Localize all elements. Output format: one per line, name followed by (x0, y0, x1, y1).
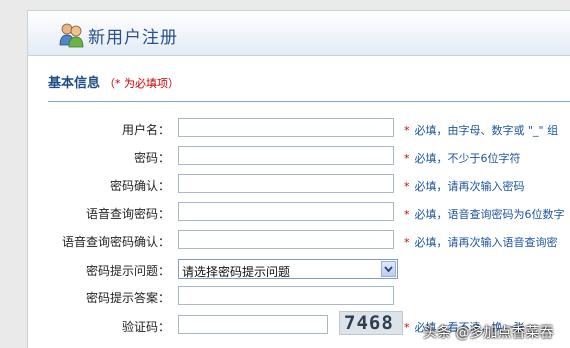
users-icon (59, 23, 84, 48)
required-star: * (404, 180, 410, 193)
captcha-input[interactable] (178, 315, 328, 334)
watermark: 头条 @多加点香菜吞 (423, 325, 554, 341)
password-question-select[interactable]: 请选择密码提示问题 (178, 259, 398, 279)
required-note: （* 为必填项） (104, 77, 180, 90)
section-title: 基本信息 （* 为必填项） (48, 72, 179, 91)
password-question-row: 密码提示问题： 请选择密码提示问题 (28, 259, 570, 281)
voice-password-confirm-hint: * 必填，请再次输入语音查询密 (404, 234, 558, 250)
voice-password-confirm-label: 语音查询密码确认： (61, 235, 170, 249)
confirm-password-hint: * 必填，请再次输入密码 (404, 178, 525, 194)
page-title: 新用户注册 (88, 28, 178, 48)
voice-password-hint-text: 必填，语音查询密码为6位数字 (414, 208, 565, 221)
password-input[interactable] (178, 146, 394, 165)
password-answer-row: 密码提示答案： (28, 286, 570, 308)
required-star: * (404, 236, 410, 249)
password-question-label: 密码提示问题： (85, 264, 170, 278)
required-star: * (404, 124, 410, 137)
confirm-password-row: 密码确认： * 必填，请再次输入密码 (28, 174, 570, 196)
captcha-label: 验证码： (121, 320, 170, 334)
username-hint: * 必填，由字母、数字或 "_" 组 (404, 122, 558, 138)
captcha-image[interactable]: 7468 (339, 311, 403, 335)
confirm-password-hint-text: 必填，请再次输入密码 (414, 180, 525, 193)
required-star: * (404, 152, 410, 165)
captcha-text: 7468 (344, 312, 394, 334)
voice-password-row: 语音查询密码： * 必填，语音查询密码为6位数字 (28, 202, 570, 224)
section-divider (48, 101, 570, 102)
username-hint-text: 必填，由字母、数字或 "_" 组 (414, 124, 559, 137)
chevron-down-icon (384, 266, 393, 273)
required-star: * (404, 208, 410, 221)
dropdown-button[interactable] (381, 261, 396, 277)
required-star: * (404, 321, 410, 334)
section-title-text: 基本信息 (48, 76, 101, 91)
voice-password-confirm-row: 语音查询密码确认： * 必填，请再次输入语音查询密 (28, 230, 570, 252)
password-hint-text: 必填，不少于6位字符 (414, 152, 521, 165)
voice-password-label: 语音查询密码： (85, 207, 170, 221)
password-row: 密码： * 必填，不少于6位字符 (28, 146, 570, 168)
password-hint: * 必填，不少于6位字符 (404, 150, 521, 166)
username-input[interactable] (178, 118, 394, 137)
voice-password-confirm-hint-text: 必填，请再次输入语音查询密 (414, 236, 558, 249)
panel-header: 新用户注册 (28, 11, 570, 56)
voice-password-input[interactable] (178, 202, 394, 221)
confirm-password-label: 密码确认： (109, 179, 170, 193)
voice-password-hint: * 必填，语音查询密码为6位数字 (404, 206, 565, 222)
password-label: 密码： (133, 151, 170, 165)
password-answer-label: 密码提示答案： (85, 291, 170, 305)
username-row: 用户名： * 必填，由字母、数字或 "_" 组 (28, 118, 570, 140)
confirm-password-input[interactable] (178, 174, 394, 193)
password-question-value: 请选择密码提示问题 (182, 265, 291, 279)
registration-panel: 新用户注册 基本信息 （* 为必填项） 用户名： * 必填，由字母、数字或 "_" … (27, 10, 570, 348)
password-answer-input[interactable] (178, 286, 394, 305)
username-label: 用户名： (121, 123, 170, 137)
voice-password-confirm-input[interactable] (178, 230, 394, 249)
